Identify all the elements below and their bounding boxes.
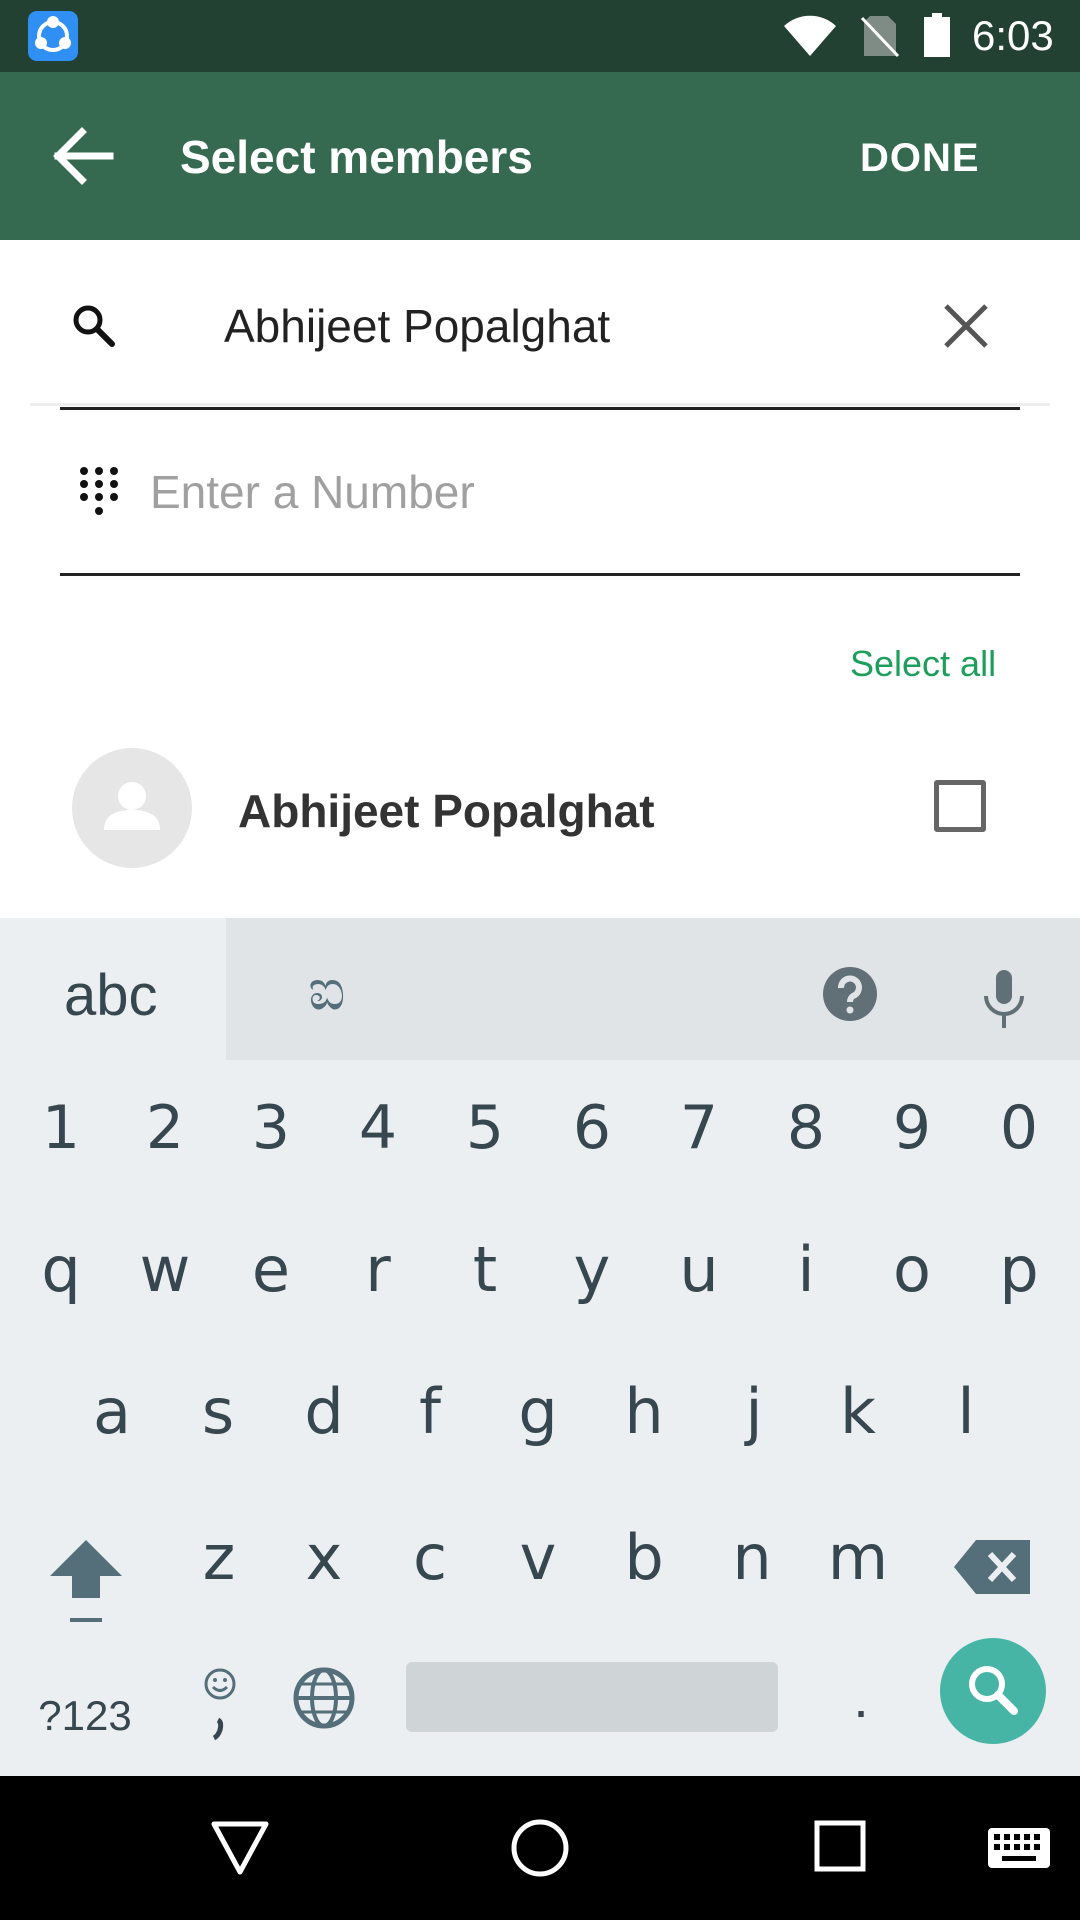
key-a[interactable]: a [64,1362,160,1462]
space-key[interactable] [406,1662,778,1732]
emoji-comma-key[interactable] [196,1660,244,1760]
search-underline [60,407,1020,410]
search-action-button[interactable] [940,1638,1046,1744]
screen: 6:03 Select members DONE Select all [0,0,1080,1920]
key-4[interactable]: 4 [330,1078,426,1178]
select-all-button[interactable]: Select all [850,642,996,686]
contact-checkbox[interactable] [934,780,986,832]
close-icon[interactable] [940,300,992,352]
mic-icon[interactable] [980,968,1028,1030]
key-8[interactable]: 8 [758,1078,854,1178]
key-z[interactable]: z [171,1508,267,1608]
tab-abc[interactable]: abc [0,918,226,1060]
nav-back-icon[interactable] [210,1820,270,1876]
key-v[interactable]: v [490,1508,586,1608]
tab-kannada[interactable]: ಐ [308,958,346,1022]
backspace-icon[interactable] [954,1536,1032,1598]
key-f[interactable]: f [382,1362,478,1462]
divider [30,403,1050,406]
shareit-app-icon [28,11,78,61]
key-n[interactable]: n [704,1508,800,1608]
search-input[interactable] [224,294,904,358]
key-g[interactable]: g [490,1362,586,1462]
key-6[interactable]: 6 [544,1078,640,1178]
key-p[interactable]: p [971,1220,1067,1320]
key-j[interactable]: j [706,1362,802,1462]
key-0[interactable]: 0 [971,1078,1067,1178]
search-icon [73,305,115,347]
key-s[interactable]: s [170,1362,266,1462]
keyboard: abc ಐ 1 2 3 4 5 6 7 8 9 0 q w e r t y u … [0,918,1080,1776]
wifi-icon [784,15,836,56]
key-o[interactable]: o [864,1220,960,1320]
key-7[interactable]: 7 [651,1078,747,1178]
key-9[interactable]: 9 [864,1078,960,1178]
done-button[interactable]: DONE [860,134,980,182]
key-h[interactable]: h [596,1362,692,1462]
list-item[interactable]: Abhijeet Popalghat [0,738,1080,878]
globe-icon[interactable] [292,1666,356,1730]
key-b[interactable]: b [596,1508,692,1608]
number-underline [60,573,1020,576]
search-icon [969,1666,1018,1715]
key-l[interactable]: l [918,1362,1014,1462]
avatar [72,748,192,868]
key-3[interactable]: 3 [223,1078,319,1178]
key-r[interactable]: r [330,1220,426,1320]
page-title: Select members [180,131,533,183]
keyboard-toolbar: abc ಐ [0,918,1080,1060]
navigation-bar [0,1776,1080,1920]
key-q[interactable]: q [13,1220,109,1320]
nav-home-icon[interactable] [510,1818,570,1878]
arrow-back-icon[interactable] [48,122,124,190]
key-c[interactable]: c [382,1508,478,1608]
contact-name: Abhijeet Popalghat [238,785,655,837]
key-w[interactable]: w [117,1220,213,1320]
key-d[interactable]: d [276,1362,372,1462]
key-i[interactable]: i [758,1220,854,1320]
status-time: 6:03 [972,12,1054,59]
number-field[interactable] [150,460,1010,524]
key-e[interactable]: e [223,1220,319,1320]
key-y[interactable]: y [544,1220,640,1320]
period-key[interactable]: . [836,1648,886,1748]
key-1[interactable]: 1 [13,1078,109,1178]
tab-abc-label: abc [64,963,158,1028]
key-m[interactable]: m [810,1508,906,1608]
help-icon[interactable] [822,966,878,1022]
symbols-key[interactable]: ?123 [30,1674,140,1758]
key-x[interactable]: x [276,1508,372,1608]
key-5[interactable]: 5 [437,1078,533,1178]
dialpad-icon [80,467,118,515]
battery-icon [924,13,950,57]
keyboard-switch-icon[interactable] [988,1828,1050,1868]
key-u[interactable]: u [651,1220,747,1320]
key-2[interactable]: 2 [117,1078,213,1178]
status-bar: 6:03 [0,0,1080,72]
no-sim-icon [860,16,900,58]
key-t[interactable]: t [437,1220,533,1320]
shift-icon[interactable] [48,1536,124,1636]
nav-recents-icon[interactable] [814,1820,866,1872]
key-k[interactable]: k [810,1362,906,1462]
